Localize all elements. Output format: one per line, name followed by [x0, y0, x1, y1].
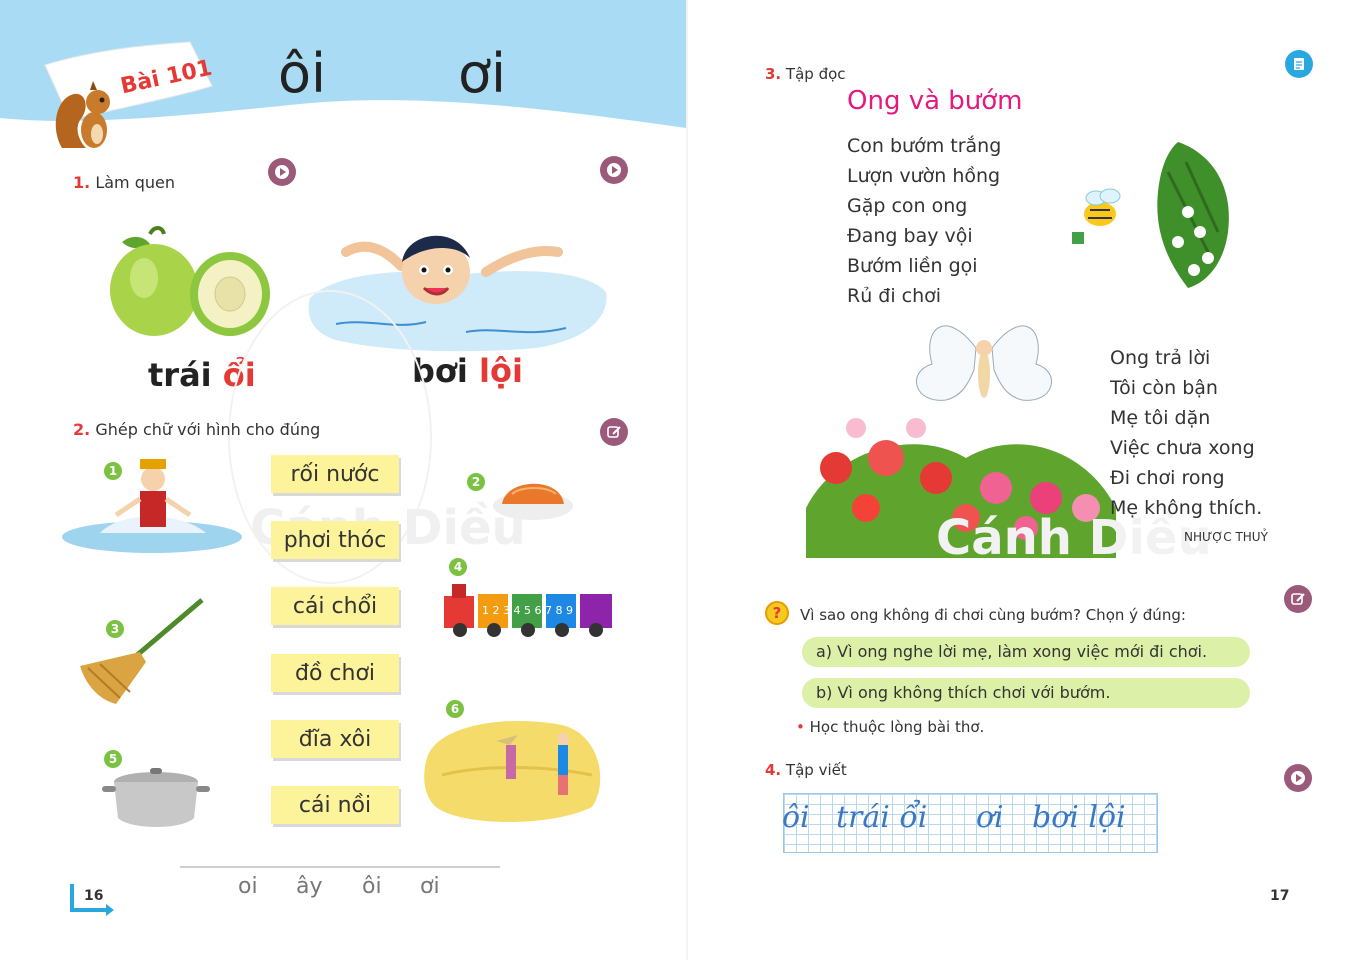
poem-line: Gặp con ong — [847, 195, 968, 217]
broom-image — [80, 598, 204, 704]
writing-sample-4: bơi lội — [1032, 800, 1126, 835]
writing-sample-3: ơi — [976, 800, 1004, 835]
train-numbers: 1 2 3 4 5 6 7 8 9 — [482, 604, 573, 617]
poem-line: Ong trả lời — [1110, 347, 1211, 369]
toy-train-image: 1 2 3 4 5 6 7 8 9 — [444, 584, 612, 637]
badge-4: 4 — [449, 558, 467, 576]
section-2-heading: 2. Ghép chữ với hình cho đúng — [73, 420, 320, 439]
section-2-label: Ghép chữ với hình cho đúng — [95, 420, 321, 439]
question-icon: ? — [765, 601, 789, 625]
drying-rice-image — [424, 720, 601, 822]
question-text: Vì sao ong không đi chơi cùng bướm? Chọn… — [800, 606, 1186, 624]
title-vowel-oi: ôi — [278, 42, 327, 105]
edit-button-1[interactable] — [600, 418, 628, 446]
guava-image — [110, 226, 270, 336]
edit-icon — [607, 426, 621, 438]
play-icon — [275, 165, 289, 179]
memorize-line: • Học thuộc lòng bài thơ. — [796, 718, 984, 736]
right-page: 3. Tập đọc Ong và bướm Con bướm trắng Lư… — [686, 0, 1372, 960]
poem-author: NHƯỢC THUỶ — [1184, 530, 1268, 544]
poem-title: Ong và bướm — [847, 86, 1023, 116]
bottom-vowel-4: ơi — [420, 874, 440, 899]
left-page: Bài 101 ôi ơi 1. Làm quen trái ổi bơi lộ… — [0, 0, 686, 960]
bottom-vowel-2: ây — [296, 874, 323, 899]
cooking-pot-image — [102, 768, 210, 827]
section-4-heading: 4. Tập viết — [765, 761, 847, 779]
bottom-vowel-3: ôi — [362, 874, 382, 899]
water-puppet-image — [62, 459, 242, 553]
intro-word-boi-loi: bơi lội — [412, 352, 523, 390]
section-3-heading: 3. Tập đọc — [765, 65, 846, 83]
poem-stanza-2: Ong trả lời Tôi còn bận Mẹ tôi dặn Việc … — [1110, 343, 1262, 523]
document-button[interactable] — [1285, 50, 1313, 78]
section-1-label: Làm quen — [95, 173, 175, 192]
title-vowel-oi-2: ơi — [458, 42, 507, 105]
word-card-cai-noi[interactable]: cái nồi — [271, 786, 399, 824]
word-card-roi-nuoc[interactable]: rối nước — [271, 455, 399, 493]
poem-line: Lượn vườn hồng — [847, 165, 1001, 187]
page-number-left: 16 — [84, 888, 104, 904]
play-icon — [607, 163, 621, 177]
document-icon — [1294, 58, 1304, 70]
play-icon — [1291, 771, 1305, 785]
section-1-heading: 1. Làm quen — [73, 173, 175, 192]
writing-sample-2: trái ổi — [836, 800, 928, 835]
poem-line: Rủ đi chơi — [847, 285, 942, 307]
poem-line: Việc chưa xong — [1110, 437, 1255, 459]
answer-option-b[interactable]: b) Vì ong không thích chơi với bướm. — [802, 678, 1250, 708]
poem-line: Đang bay vội — [847, 225, 973, 247]
gutter-line — [686, 0, 688, 960]
word-card-dia-xoi[interactable]: đĩa xôi — [271, 720, 399, 758]
bee-flowers-image — [1072, 142, 1229, 288]
squirrel-mascot-icon — [55, 81, 110, 148]
play-button-2[interactable] — [600, 156, 628, 184]
edit-icon — [1291, 593, 1305, 605]
page-number-right: 17 — [1270, 888, 1290, 904]
poem-line: Con bướm trắng — [847, 135, 1002, 157]
poem-line: Mẹ tôi dặn — [1110, 407, 1211, 429]
intro-word-1-plain: trái — [148, 356, 223, 394]
section-3-label: Tập đọc — [785, 65, 846, 83]
section-2-number: 2. — [73, 420, 91, 439]
poem-line: Tôi còn bận — [1110, 377, 1218, 399]
section-4-label: Tập viết — [785, 761, 847, 779]
sticky-rice-image — [493, 483, 573, 520]
word-card-cai-choi[interactable]: cái chổi — [271, 587, 399, 625]
section-1-number: 1. — [73, 173, 91, 192]
section-4-number: 4. — [765, 761, 782, 779]
intro-word-2-highlight: lội — [479, 352, 523, 390]
word-card-phoi-thoc[interactable]: phơi thóc — [271, 521, 399, 559]
edit-button-2[interactable] — [1284, 585, 1312, 613]
writing-sample-1: ôi — [782, 800, 810, 835]
section-3-number: 3. — [765, 65, 782, 83]
bottom-divider — [180, 866, 500, 868]
word-card-do-choi[interactable]: đồ chơi — [271, 654, 399, 692]
poem-line: Đi chơi rong — [1110, 467, 1225, 489]
play-button-3[interactable] — [1284, 764, 1312, 792]
answer-option-a[interactable]: a) Vì ong nghe lời mẹ, làm xong việc mới… — [802, 637, 1250, 667]
memorize-bullet: • — [796, 718, 805, 736]
play-button-1[interactable] — [268, 158, 296, 186]
poem-line: Bướm liền gọi — [847, 255, 978, 277]
poem-line: Mẹ không thích. — [1110, 497, 1263, 519]
poem-stanza-1: Con bướm trắng Lượn vườn hồng Gặp con on… — [847, 131, 1001, 311]
memorize-text: Học thuộc lòng bài thơ. — [809, 718, 985, 736]
badge-2: 2 — [467, 473, 485, 491]
bottom-vowel-1: oi — [238, 874, 258, 899]
